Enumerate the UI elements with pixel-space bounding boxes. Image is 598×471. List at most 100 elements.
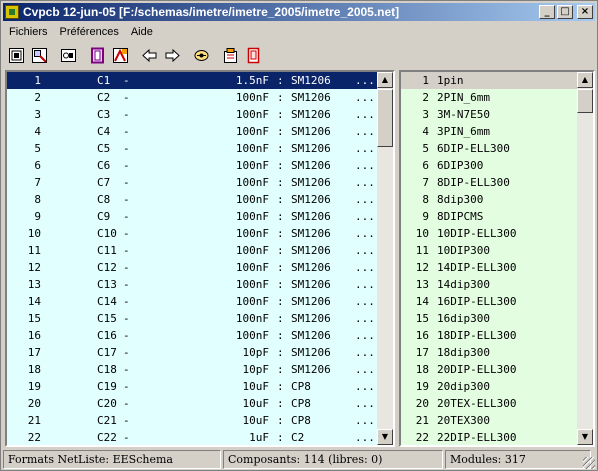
component-number: 6 bbox=[34, 159, 41, 172]
component-row[interactable]: 11 C11- 100nF: SM1206... bbox=[7, 242, 377, 259]
component-value: 100nF bbox=[235, 176, 269, 189]
component-row[interactable]: 7 C7- 100nF: SM1206... bbox=[7, 174, 377, 191]
component-more: ... bbox=[355, 244, 375, 257]
component-row[interactable]: 16 C16- 100nF: SM1206... bbox=[7, 327, 377, 344]
module-number: 16 bbox=[415, 329, 429, 342]
menu-aide[interactable]: Aide bbox=[125, 26, 159, 38]
delete-associations-button[interactable] bbox=[220, 45, 241, 66]
close-button[interactable]: × bbox=[577, 5, 593, 19]
component-number: 8 bbox=[34, 193, 41, 206]
module-row[interactable]: 4 3PIN_6mm bbox=[401, 123, 577, 140]
save-netlist-button[interactable] bbox=[29, 45, 50, 66]
module-row[interactable]: 18 20DIP-ELL300 bbox=[401, 361, 577, 378]
component-row[interactable]: 13 C13- 100nF: SM1206... bbox=[7, 276, 377, 293]
components-scroll-down-button[interactable]: ▼ bbox=[377, 429, 393, 445]
module-row[interactable]: 8 8dip300 bbox=[401, 191, 577, 208]
component-reference: C3 bbox=[97, 108, 111, 121]
module-row[interactable]: 13 14dip300 bbox=[401, 276, 577, 293]
module-row[interactable]: 15 16dip300 bbox=[401, 310, 577, 327]
title-bar[interactable]: Cvpcb 12-jun-05 [F:/schemas/imetre/imetr… bbox=[3, 3, 595, 21]
menu-fichiers[interactable]: Fichiers bbox=[3, 26, 54, 38]
previous-unassigned-button[interactable] bbox=[139, 45, 160, 66]
component-footprint: SM1206 bbox=[291, 346, 331, 359]
create-component-file-button[interactable] bbox=[58, 45, 79, 66]
documentation-button[interactable] bbox=[243, 45, 264, 66]
component-row[interactable]: 2 C2- 100nF: SM1206... bbox=[7, 89, 377, 106]
component-footprint: SM1206 bbox=[291, 193, 331, 206]
module-row[interactable]: 17 18dip300 bbox=[401, 344, 577, 361]
next-unassigned-button[interactable] bbox=[162, 45, 183, 66]
component-value: 100nF bbox=[235, 261, 269, 274]
component-row[interactable]: 22 C22- 1uF: C2... bbox=[7, 429, 377, 445]
component-row[interactable]: 9 C9- 100nF: SM1206... bbox=[7, 208, 377, 225]
config-libs-button[interactable] bbox=[87, 45, 108, 66]
module-row[interactable]: 19 20dip300 bbox=[401, 378, 577, 395]
component-row[interactable]: 18 C18- 10pF: SM1206... bbox=[7, 361, 377, 378]
view-footprint-button[interactable] bbox=[110, 45, 131, 66]
component-more: ... bbox=[355, 176, 375, 189]
module-name: 20TEX300 bbox=[437, 414, 490, 427]
modules-list[interactable]: 1 1pin 2 2PIN_6mm 3 3M-N7E50 4 3PIN_6mm 5 6DIP-EL… bbox=[401, 72, 577, 445]
component-row[interactable]: 19 C19- 10uF: CP8... bbox=[7, 378, 377, 395]
component-value: 1uF bbox=[249, 431, 269, 444]
module-row[interactable]: 21 20TEX300 bbox=[401, 412, 577, 429]
modules-scroll-down-button[interactable]: ▼ bbox=[577, 429, 593, 445]
minimize-button[interactable]: _ bbox=[539, 5, 555, 19]
component-reference: C8 bbox=[97, 193, 111, 206]
component-row[interactable]: 14 C14- 100nF: SM1206... bbox=[7, 293, 377, 310]
component-reference: C19 bbox=[97, 380, 117, 393]
component-row[interactable]: 1 C1- 1.5nF: SM1206... bbox=[7, 72, 377, 89]
status-bar: Formats NetListe: EESchema Composants: 1… bbox=[3, 450, 595, 469]
module-row[interactable]: 22 22DIP-ELL300 bbox=[401, 429, 577, 445]
component-reference: C2 bbox=[97, 91, 111, 104]
component-row[interactable]: 8 C8- 100nF: SM1206... bbox=[7, 191, 377, 208]
component-row[interactable]: 3 C3- 100nF: SM1206... bbox=[7, 106, 377, 123]
module-number: 5 bbox=[422, 142, 429, 155]
components-list[interactable]: 1 C1-1.5nF: SM1206... 2 C2-100nF: SM1206... 3 C… bbox=[7, 72, 377, 445]
module-row[interactable]: 6 6DIP300 bbox=[401, 157, 577, 174]
component-value: 10uF bbox=[242, 380, 270, 393]
menu-preferences[interactable]: Préférences bbox=[54, 26, 125, 38]
module-row[interactable]: 14 16DIP-ELL300 bbox=[401, 293, 577, 310]
module-row[interactable]: 10 10DIP-ELL300 bbox=[401, 225, 577, 242]
component-row[interactable]: 20 C20- 10uF: CP8... bbox=[7, 395, 377, 412]
module-row[interactable]: 16 18DIP-ELL300 bbox=[401, 327, 577, 344]
components-scroll-thumb[interactable] bbox=[377, 89, 393, 147]
component-row[interactable]: 12 C12- 100nF: SM1206... bbox=[7, 259, 377, 276]
module-row[interactable]: 1 1pin bbox=[401, 72, 577, 89]
component-row[interactable]: 6 C6- 100nF: SM1206... bbox=[7, 157, 377, 174]
module-row[interactable]: 7 8DIP-ELL300 bbox=[401, 174, 577, 191]
resize-grip[interactable] bbox=[583, 457, 595, 469]
module-number: 3 bbox=[422, 108, 429, 121]
component-value: 100nF bbox=[235, 108, 269, 121]
component-row[interactable]: 5 C5- 100nF: SM1206... bbox=[7, 140, 377, 157]
component-dash: - bbox=[123, 142, 130, 155]
auto-associate-button[interactable] bbox=[191, 45, 212, 66]
module-row[interactable]: 12 14DIP-ELL300 bbox=[401, 259, 577, 276]
component-row[interactable]: 15 C15- 100nF: SM1206... bbox=[7, 310, 377, 327]
component-more: ... bbox=[355, 329, 375, 342]
module-row[interactable]: 2 2PIN_6mm bbox=[401, 89, 577, 106]
modules-scroll-thumb[interactable] bbox=[577, 89, 593, 113]
component-number: 13 bbox=[27, 278, 41, 291]
module-row[interactable]: 20 20TEX-ELL300 bbox=[401, 395, 577, 412]
open-netlist-button[interactable] bbox=[6, 45, 27, 66]
component-number: 16 bbox=[27, 329, 41, 342]
module-row[interactable]: 9 8DIPCMS bbox=[401, 208, 577, 225]
components-scrollbar[interactable]: ▲ ▼ bbox=[377, 72, 393, 445]
component-row[interactable]: 21 C21- 10uF: CP8... bbox=[7, 412, 377, 429]
module-number: 9 bbox=[422, 210, 429, 223]
modules-scroll-up-button[interactable]: ▲ bbox=[577, 72, 593, 88]
component-footprint: SM1206 bbox=[291, 261, 331, 274]
modules-scrollbar[interactable]: ▲ ▼ bbox=[577, 72, 593, 445]
module-number: 10 bbox=[415, 227, 429, 240]
component-row[interactable]: 10 C10- 100nF: SM1206... bbox=[7, 225, 377, 242]
module-row[interactable]: 11 10DIP300 bbox=[401, 242, 577, 259]
component-dash: - bbox=[123, 278, 130, 291]
module-row[interactable]: 3 3M-N7E50 bbox=[401, 106, 577, 123]
module-row[interactable]: 5 6DIP-ELL300 bbox=[401, 140, 577, 157]
components-scroll-up-button[interactable]: ▲ bbox=[377, 72, 393, 88]
component-row[interactable]: 17 C17- 10pF: SM1206... bbox=[7, 344, 377, 361]
component-row[interactable]: 4 C4- 100nF: SM1206... bbox=[7, 123, 377, 140]
maximize-button[interactable]: □ bbox=[557, 5, 573, 19]
